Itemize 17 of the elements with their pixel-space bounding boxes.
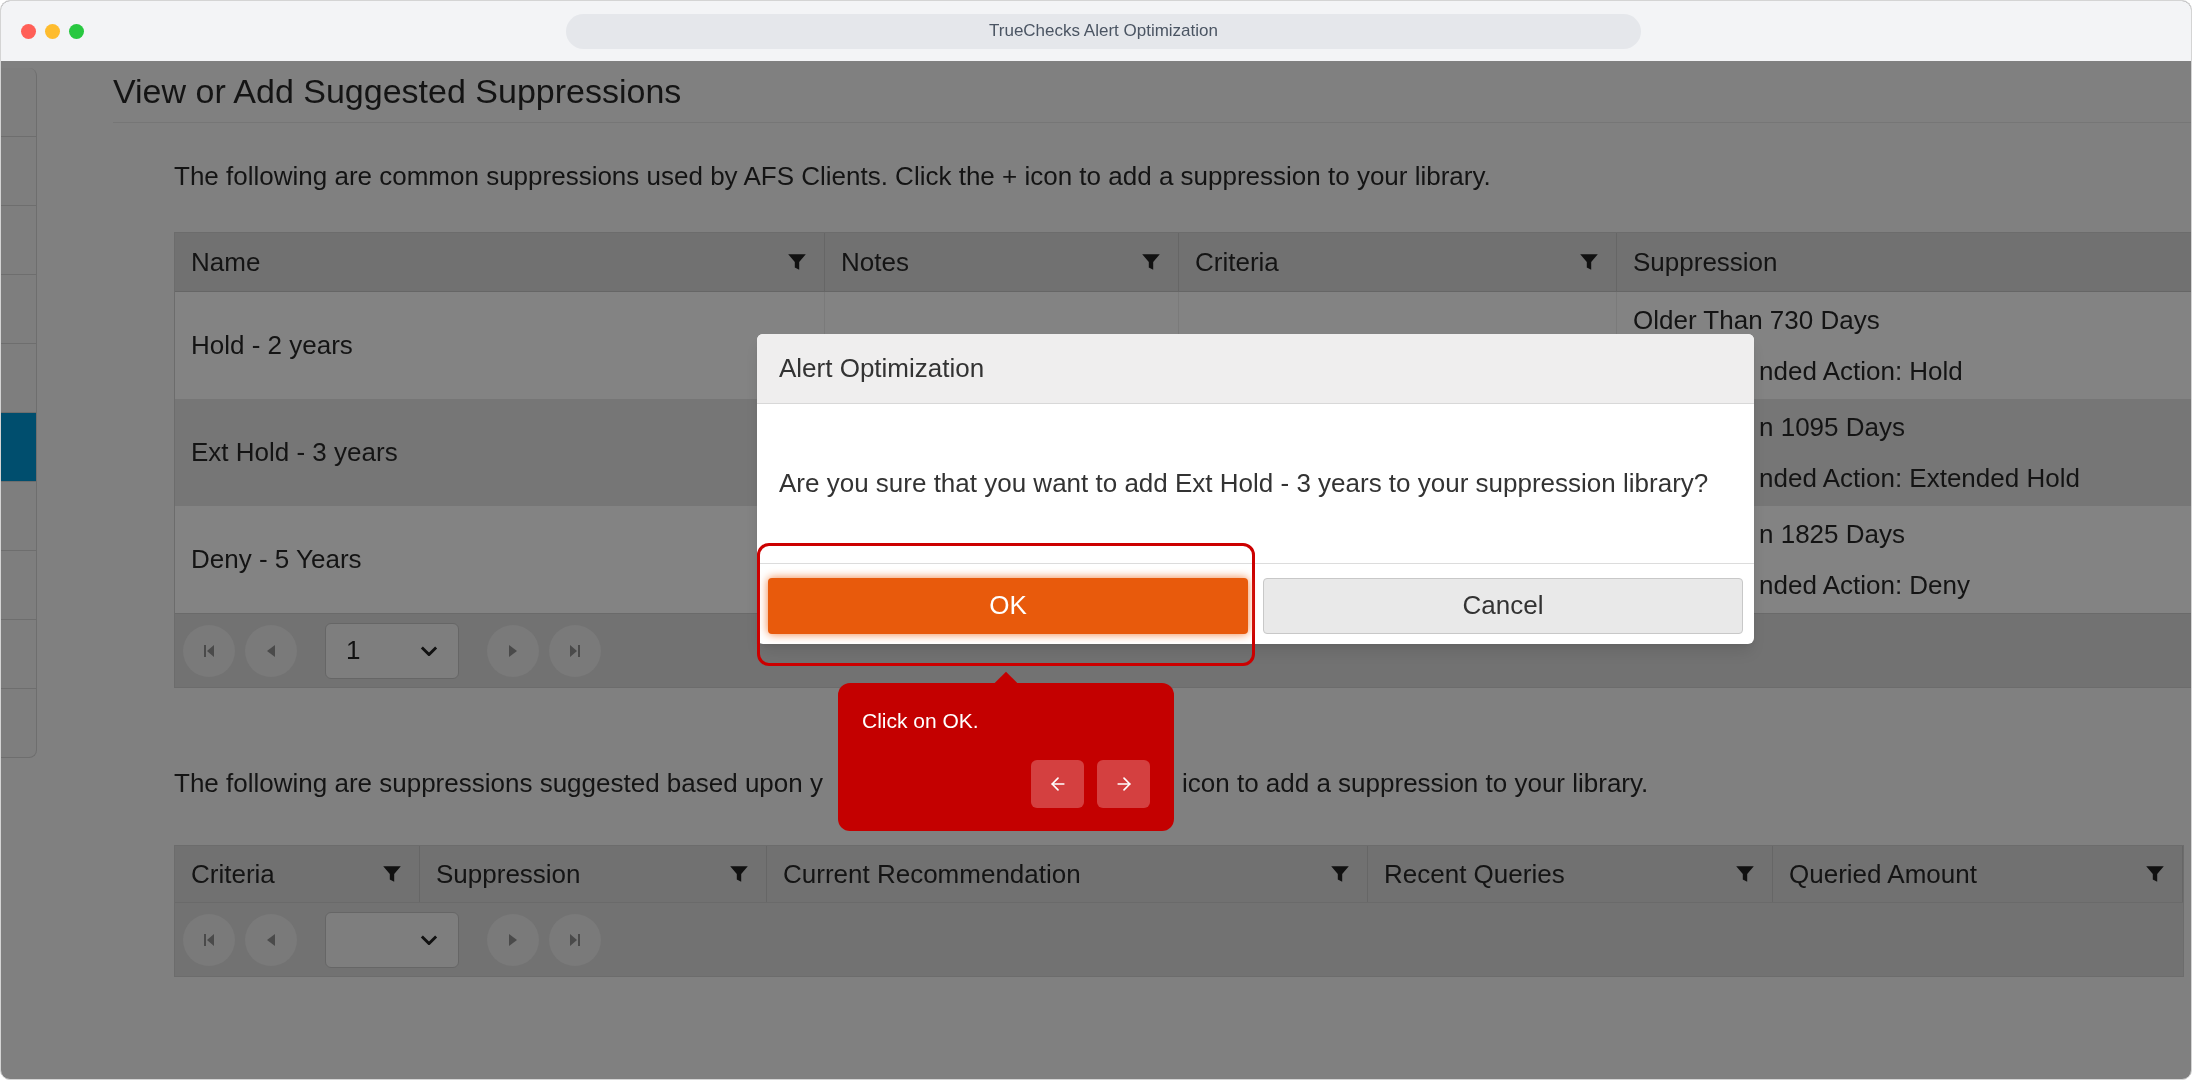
- table-cell-text: nded Action: Deny: [1759, 568, 1971, 602]
- intro-text: The following are common suppressions used by AFS Clients. Click the + icon to add a suppression to your library.: [174, 160, 1492, 193]
- table-cell-text: Ext Hold - 3 years: [191, 436, 398, 469]
- suggested-intro-text: The following are suppressions suggested based upon y: [174, 768, 823, 798]
- table-cell-text: Hold - 2 years: [191, 329, 353, 362]
- dialog-title: Alert Optimization: [779, 352, 985, 385]
- table-cell-text: nded Action: Extended Hold: [1759, 461, 2080, 495]
- page-heading: View or Add Suggested Suppressions: [113, 71, 682, 112]
- table-cell-text: Older Than 730 Days: [1633, 303, 1880, 337]
- table-cell-text: nded Action: Hold: [1759, 354, 1963, 388]
- suggested-intro-text: icon to add a suppression to your library.: [1182, 767, 1649, 800]
- dialog-message: Are you sure that you want to add Ext Hold - 3 years to your suppression library?: [779, 467, 1709, 500]
- window-title: TrueChecks Alert Optimization: [989, 20, 1218, 43]
- tooltip-text: Click on OK.: [862, 708, 980, 734]
- table-cell-text: n 1825 Days: [1759, 517, 1905, 551]
- table-cell-text: n 1095 Days: [1759, 410, 1905, 444]
- table-cell-text: Deny - 5 Years: [191, 543, 362, 576]
